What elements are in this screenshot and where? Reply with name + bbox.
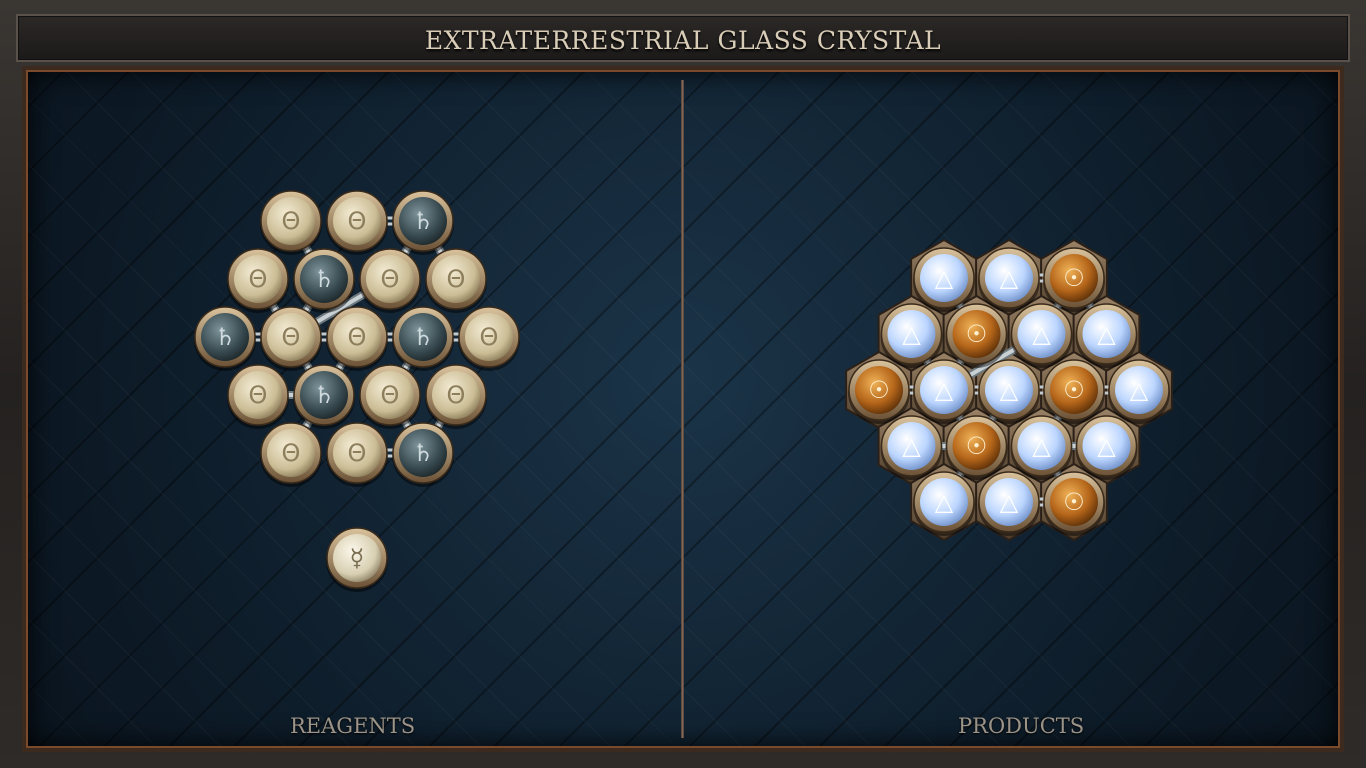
air-glyph: △ [1097, 432, 1116, 460]
gold-glyph: ☉ [1063, 376, 1085, 404]
reagent-atom-salt: Θ [227, 248, 289, 313]
salt-glyph: Θ [348, 439, 367, 467]
product-atom-gold: ☉ [1043, 359, 1105, 424]
air-glyph: △ [1130, 376, 1149, 404]
molecules-canvas: Θ Θ ♄ Θ ♄ Θ Θ ♄ Θ Θ ♄ Θ Θ ♄ Θ Θ Θ Θ ♄ ☿ △ △ ☉ △ ☉ △ △ ☉ △ △ ☉ △ △ ☉ △ △ △ △ ☉ [194, 190, 1173, 592]
reagent-atom-lead: ♄ [392, 190, 454, 255]
salt-glyph: Θ [381, 265, 400, 293]
product-atom-air: △ [1010, 415, 1073, 480]
air-glyph: △ [935, 488, 954, 516]
lead-glyph: ♄ [313, 265, 335, 293]
product-atom-air: △ [1075, 303, 1138, 368]
reagent-atom-salt: Θ [227, 364, 289, 429]
air-glyph: △ [935, 376, 954, 404]
reagent-atom-quicksilver: ☿ [326, 527, 388, 592]
product-atom-gold: ☉ [1043, 471, 1105, 536]
air-glyph: △ [902, 320, 921, 348]
puzzle-frame: EXTRATERRESTRIAL GLASS CRYSTAL REAGENTS … [0, 0, 1366, 768]
lead-glyph: ♄ [412, 439, 434, 467]
product-atom-gold: ☉ [848, 359, 910, 424]
product-atom-air: △ [913, 359, 975, 424]
salt-glyph: Θ [480, 323, 499, 351]
product-atom-air: △ [913, 471, 975, 536]
air-glyph: △ [935, 264, 954, 292]
gold-glyph: ☉ [966, 432, 988, 460]
product-atom-air: △ [1108, 359, 1170, 424]
product-atom-gold: ☉ [945, 415, 1008, 480]
salt-glyph: Θ [381, 381, 400, 409]
reagent-atom-salt: Θ [425, 248, 487, 313]
product-atom-air: △ [1075, 415, 1138, 480]
reagent-atom-salt: Θ [326, 422, 388, 487]
product-atom-air: △ [913, 247, 975, 312]
lead-glyph: ♄ [412, 323, 434, 351]
salt-glyph: Θ [249, 265, 268, 293]
reagent-atom-lead: ♄ [293, 364, 355, 429]
reagent-atom-salt: Θ [260, 190, 322, 255]
quicksilver-glyph: ☿ [350, 544, 365, 572]
reagent-atom-salt: Θ [260, 306, 322, 371]
product-atom-air: △ [978, 247, 1040, 312]
reagent-atom-salt: Θ [326, 306, 388, 371]
product-atom-gold: ☉ [1043, 247, 1105, 312]
product-atom-air: △ [1010, 303, 1073, 368]
reagent-atom-salt: Θ [260, 422, 322, 487]
reagent-atom-lead: ♄ [392, 306, 454, 371]
gold-glyph: ☉ [1063, 264, 1085, 292]
reagent-atom-salt: Θ [458, 306, 520, 371]
salt-glyph: Θ [282, 207, 301, 235]
air-glyph: △ [902, 432, 921, 460]
lead-glyph: ♄ [412, 207, 434, 235]
salt-glyph: Θ [348, 323, 367, 351]
reagent-atom-lead: ♄ [392, 422, 454, 487]
reagent-atom-salt: Θ [359, 248, 421, 313]
air-glyph: △ [1000, 488, 1019, 516]
reagent-atom-lead: ♄ [293, 248, 355, 313]
air-glyph: △ [1000, 376, 1019, 404]
salt-glyph: Θ [282, 323, 301, 351]
gold-glyph: ☉ [966, 320, 988, 348]
reagent-atom-salt: Θ [326, 190, 388, 255]
product-atom-air: △ [880, 303, 943, 368]
reagent-atom-lead: ♄ [194, 306, 256, 371]
salt-glyph: Θ [447, 265, 466, 293]
salt-glyph: Θ [348, 207, 367, 235]
air-glyph: △ [1000, 264, 1019, 292]
product-atom-air: △ [880, 415, 943, 480]
air-glyph: △ [1032, 320, 1051, 348]
air-glyph: △ [1097, 320, 1116, 348]
gold-glyph: ☉ [868, 376, 890, 404]
reagent-atom-salt: Θ [359, 364, 421, 429]
lead-glyph: ♄ [313, 381, 335, 409]
reagent-atom-salt: Θ [425, 364, 487, 429]
product-atom-air: △ [978, 471, 1040, 536]
lead-glyph: ♄ [214, 323, 236, 351]
product-atom-gold: ☉ [945, 303, 1008, 368]
salt-glyph: Θ [447, 381, 466, 409]
product-atom-air: △ [978, 359, 1040, 424]
air-glyph: △ [1032, 432, 1051, 460]
gold-glyph: ☉ [1063, 488, 1085, 516]
salt-glyph: Θ [282, 439, 301, 467]
salt-glyph: Θ [249, 381, 268, 409]
